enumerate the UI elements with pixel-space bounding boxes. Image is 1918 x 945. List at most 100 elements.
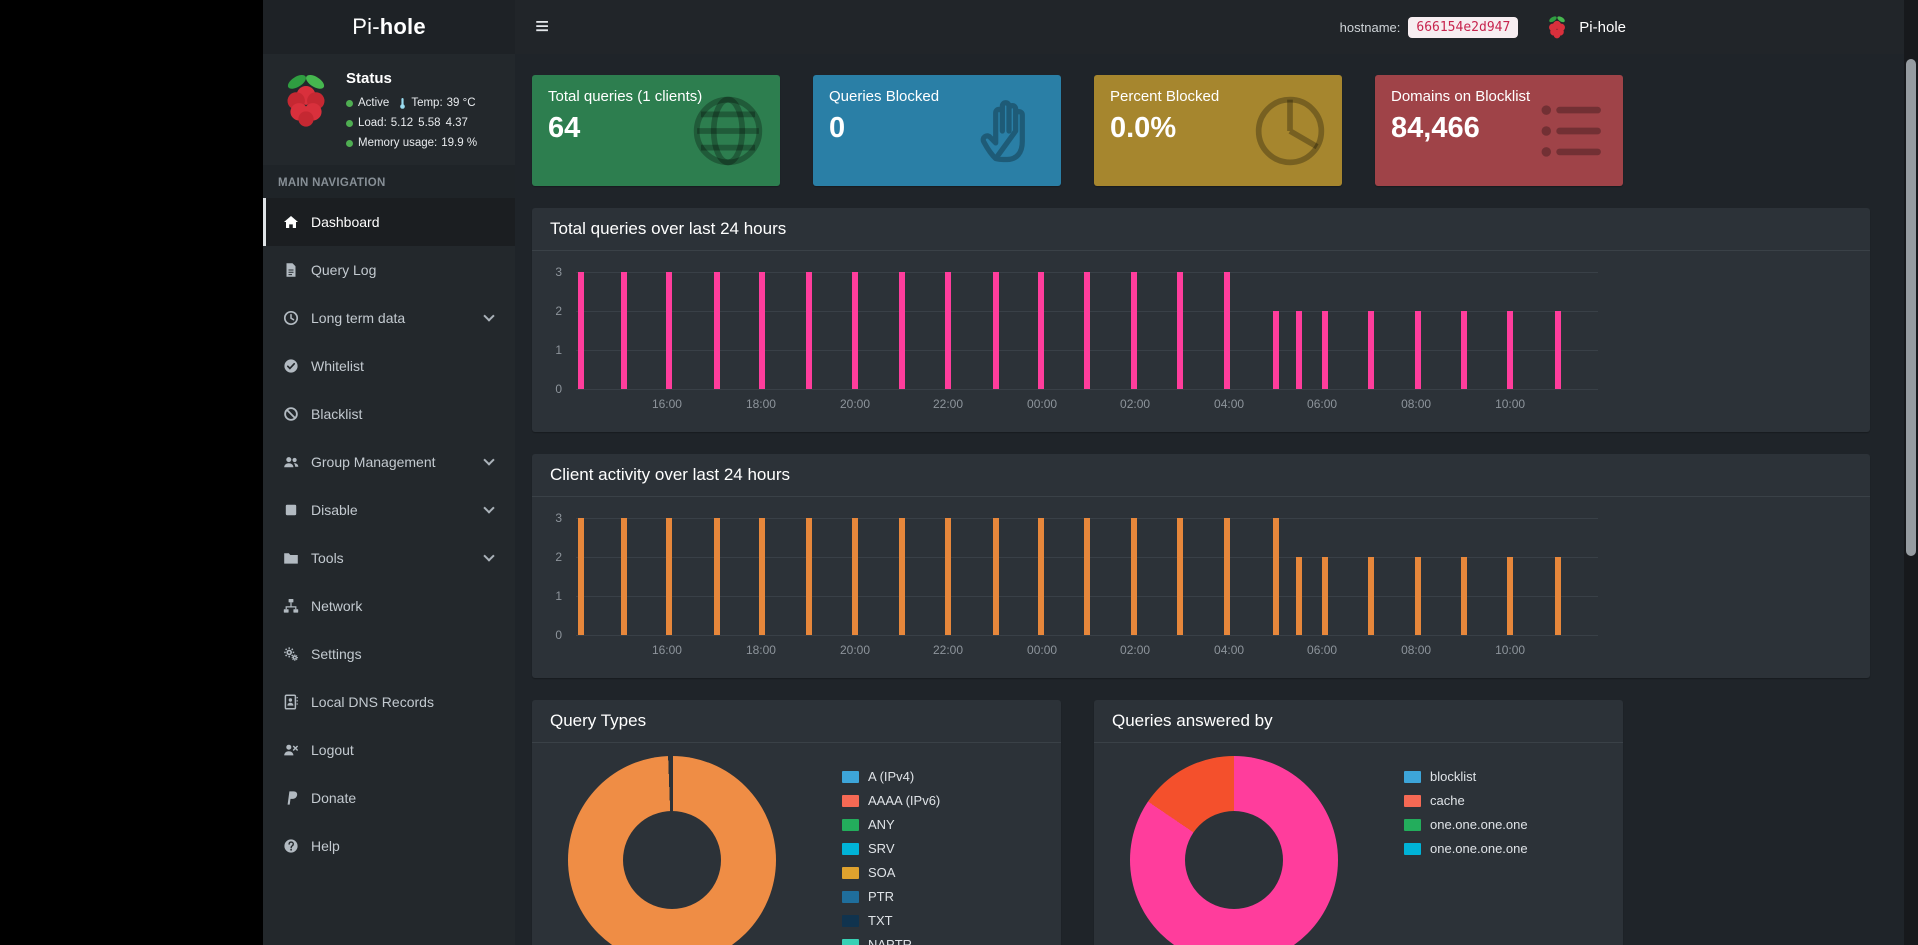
y-axis-label: 2 — [555, 549, 562, 564]
legend-item[interactable]: blocklist — [1404, 769, 1528, 784]
domains-blocklist-box: Domains on Blocklist 84,466 — [1375, 75, 1623, 186]
chart-bar — [1224, 272, 1230, 389]
query-types-legend: A (IPv4) AAAA (IPv6) ANY SRV SOA PTR TXT NAPTR — [842, 769, 940, 945]
status-row-load: Load: 5.12 5.58 4.37 — [346, 113, 482, 133]
legend-swatch — [842, 914, 859, 927]
chart-bar — [1461, 557, 1468, 635]
chart-bar — [1295, 557, 1302, 635]
status-dot-load — [346, 119, 353, 127]
sidebar-item-local-dns-records[interactable]: Local DNS Records — [263, 678, 515, 726]
sidebar-item-network[interactable]: Network — [263, 582, 515, 630]
legend-item[interactable]: PTR — [842, 889, 940, 904]
sidebar-menu: Dashboard Query Log Long term data White… — [263, 198, 515, 870]
sidebar-item-label: Long term data — [311, 310, 406, 327]
chart-bar — [899, 518, 906, 635]
y-axis-label: 0 — [555, 628, 562, 642]
sidebar-item-whitelist[interactable]: Whitelist — [263, 342, 515, 390]
chart-bar — [945, 272, 951, 389]
legend-label: cache — [1430, 793, 1465, 808]
status-row-active: Active Temp: 39 °C — [346, 93, 482, 113]
sidebar-item-label: Dashboard — [311, 214, 380, 231]
legend-swatch — [1404, 770, 1421, 783]
sidebar-item-tools[interactable]: Tools — [263, 534, 515, 582]
memory-label: Memory usage: — [358, 137, 438, 150]
brand-text-light: Pi- — [352, 14, 380, 39]
chart-bar — [993, 272, 1000, 389]
paypal-icon — [281, 790, 300, 806]
legend-item[interactable]: cache — [1404, 793, 1528, 808]
sidebar-item-long-term-data[interactable]: Long term data — [263, 294, 515, 342]
chart-bar — [1555, 311, 1562, 389]
x-axis-label: 16:00 — [651, 643, 682, 657]
x-axis-label: 10:00 — [1495, 397, 1526, 411]
legend-item[interactable]: NAPTR — [842, 937, 940, 945]
memory-value: 19.9 % — [441, 137, 478, 150]
legend-swatch — [1404, 818, 1421, 831]
sidebar-item-logout[interactable]: Logout — [263, 726, 515, 774]
scrollbar-thumb[interactable] — [1906, 59, 1916, 556]
x-axis-label: 22:00 — [932, 397, 964, 411]
legend-swatch — [842, 938, 859, 945]
sidebar-item-dashboard[interactable]: Dashboard — [263, 198, 515, 247]
x-axis-label: 04:00 — [1214, 643, 1245, 657]
hand-paper-icon — [971, 93, 1047, 169]
legend-label: one.one.one.one — [1430, 841, 1528, 856]
legend-item[interactable]: AAAA (IPv6) — [842, 793, 940, 808]
globe-icon — [690, 93, 766, 169]
stop-icon — [281, 502, 300, 518]
y-axis: 3 2 1 0 — [532, 511, 570, 642]
legend-swatch — [1404, 842, 1421, 855]
brand-logo[interactable]: Pi-hole — [263, 0, 515, 54]
sidebar-item-blacklist[interactable]: Blacklist — [263, 390, 515, 438]
chart-bar — [1177, 272, 1183, 389]
chart-bar — [759, 272, 765, 389]
sidebar-item-label: Network — [311, 598, 363, 615]
client-activity-panel: Client activity over last 24 hours 3 2 1 0 … — [532, 454, 1870, 678]
legend-label: NAPTR — [868, 937, 913, 945]
chart-bar — [1507, 311, 1514, 389]
sidebar-item-label: Disable — [311, 502, 358, 519]
home-icon — [281, 214, 300, 230]
x-axis-label: 02:00 — [1120, 643, 1151, 657]
plot-area[interactable]: 16:00 18:00 20:00 22:00 00:00 02:00 04:00 06:00… — [576, 272, 1598, 411]
legend-item[interactable]: TXT — [842, 913, 940, 928]
navbar-app-title: Pi-hole — [1579, 18, 1626, 36]
sidebar-item-disable[interactable]: Disable — [263, 486, 515, 534]
legend-item[interactable]: one.one.one.one — [1404, 841, 1528, 856]
legend-swatch — [842, 890, 859, 903]
legend-item[interactable]: SRV — [842, 841, 940, 856]
temp-value: 39 °C — [446, 97, 476, 109]
sidebar-item-group-management[interactable]: Group Management — [263, 438, 515, 486]
legend-label: AAAA (IPv6) — [868, 793, 941, 808]
legend-item[interactable]: SOA — [842, 865, 940, 880]
chart-bar — [945, 518, 951, 635]
load-value-1: 5.12 — [390, 117, 414, 130]
hamburger-menu-icon[interactable]: ≡ — [535, 15, 549, 39]
sidebar-item-label: Logout — [311, 742, 354, 759]
sidebar-item-settings[interactable]: Settings — [263, 630, 515, 678]
address-book-icon — [281, 694, 300, 710]
thermometer-icon — [398, 97, 407, 110]
legend-item[interactable]: A (IPv4) — [842, 769, 940, 784]
sidebar-item-donate[interactable]: Donate — [263, 774, 515, 822]
scrollbar-track[interactable] — [1904, 0, 1918, 945]
sidebar-item-help[interactable]: Help — [263, 822, 515, 870]
queries-blocked-box: Queries Blocked 0 — [813, 75, 1061, 186]
query-types-doughnut[interactable] — [568, 756, 776, 945]
sidebar-section-header: MAIN NAVIGATION — [263, 165, 515, 199]
chart-bar — [1322, 311, 1329, 389]
queries-answered-by-chart: blocklist cache one.one.one.one one.one.one… — [1094, 743, 1623, 945]
load-value-2: 5.58 — [418, 117, 441, 130]
sidebar-item-query-log[interactable]: Query Log — [263, 246, 515, 294]
x-axis-label: 08:00 — [1401, 397, 1432, 411]
legend-label: PTR — [868, 889, 894, 904]
queries-answered-by-doughnut[interactable] — [1130, 756, 1338, 945]
hostname-value: 666154e2d947 — [1408, 16, 1519, 38]
x-axis-label: 00:00 — [1027, 397, 1058, 411]
chart-bar — [1084, 518, 1090, 635]
legend-item[interactable]: one.one.one.one — [1404, 817, 1528, 832]
brand-text-bold: hole — [379, 14, 426, 39]
plot-area[interactable]: 16:00 18:00 20:00 22:00 00:00 02:00 04:00 06:00… — [576, 518, 1598, 657]
legend-item[interactable]: ANY — [842, 817, 940, 832]
client-activity-chart: 3 2 1 0 16:00 18:00 20:00 22:00 00:00 02:00 04:00… — [532, 497, 1870, 675]
